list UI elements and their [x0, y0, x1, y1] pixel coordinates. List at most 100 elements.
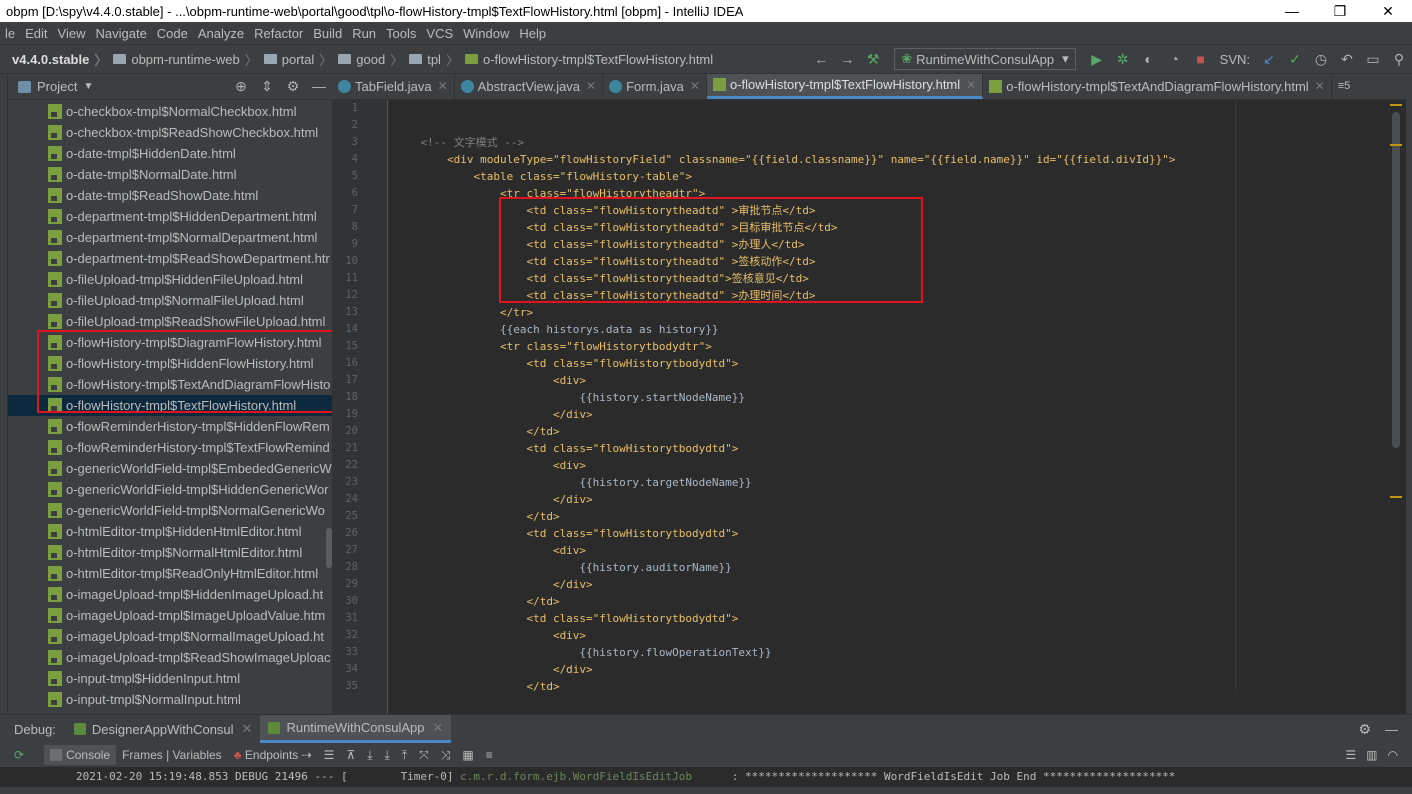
tree-item-file[interactable]: o-imageUpload-tmpl$ImageUploadValue.htm — [8, 605, 332, 626]
breadcrumb-file[interactable]: o-flowHistory-tmpl$TextFlowHistory.html — [459, 52, 713, 67]
close-icon[interactable]: ✕ — [438, 79, 448, 93]
run-configuration-select[interactable]: ❀ RuntimeWithConsulApp ▾ — [894, 48, 1076, 70]
breadcrumb-tpl[interactable]: tpl 〉 — [403, 50, 459, 69]
soft-wrap-icon[interactable]: ☰ — [1345, 748, 1356, 762]
stop-icon[interactable]: ■ — [1190, 48, 1212, 70]
tree-item-file[interactable]: o-imageUpload-tmpl$HiddenImageUpload.ht — [8, 584, 332, 605]
tree-item-file[interactable]: o-genericWorldField-tmpl$NormalGenericWo — [8, 500, 332, 521]
search-icon[interactable]: ⚲ — [1388, 48, 1410, 70]
drop-frame-icon[interactable]: ⤧ — [413, 748, 435, 763]
frames-variables-tab[interactable]: Frames | Variables — [116, 748, 228, 762]
chevron-down-icon[interactable]: ▼ — [83, 81, 93, 92]
close-icon[interactable]: ✕ — [1315, 79, 1325, 93]
console-tab[interactable]: Console — [44, 745, 117, 765]
tree-item-file[interactable]: o-date-tmpl$HiddenDate.html — [8, 143, 332, 164]
tree-item-file[interactable]: o-flowReminderHistory-tmpl$TextFlowRemin… — [8, 437, 332, 458]
tree-item-file[interactable]: o-genericWorldField-tmpl$HiddenGenericWo… — [8, 479, 332, 500]
debug-tab-designer[interactable]: DesignerAppWithConsul ✕ — [66, 715, 261, 743]
breadcrumb-good[interactable]: good 〉 — [332, 50, 403, 69]
tree-item-file[interactable]: o-htmlEditor-tmpl$HiddenHtmlEditor.html — [8, 521, 332, 542]
trace-icon[interactable]: ≡ — [480, 748, 499, 762]
tree-item-file[interactable]: o-date-tmpl$ReadShowDate.html — [8, 185, 332, 206]
tree-item-file[interactable]: o-input-tmpl$HiddenInput.html — [8, 668, 332, 689]
tree-item-file[interactable]: o-department-tmpl$ReadShowDepartment.htr — [8, 248, 332, 269]
warning-marker[interactable] — [1390, 104, 1402, 106]
editor-scrollbar[interactable] — [1392, 112, 1400, 448]
revert-icon[interactable]: ↶ — [1336, 48, 1358, 70]
menu-icon[interactable]: ☰ — [318, 748, 341, 762]
tree-item-file[interactable]: o-date-tmpl$NormalDate.html — [8, 164, 332, 185]
menu-refactor[interactable]: Refactor — [249, 26, 308, 41]
menu-edit[interactable]: Edit — [20, 26, 52, 41]
close-button[interactable]: ✕ — [1364, 0, 1412, 22]
hide-panel-icon[interactable]: — — [1385, 722, 1398, 737]
debug-bug-icon[interactable]: ✲ — [1112, 48, 1134, 70]
step-into-icon[interactable]: ⤓ — [379, 748, 396, 763]
menu-analyze[interactable]: Analyze — [193, 26, 249, 41]
gear-icon[interactable]: ⚙ — [280, 78, 306, 95]
tab-abstractview-java[interactable]: AbstractView.java ✕ — [455, 74, 604, 99]
menu-build[interactable]: Build — [308, 26, 347, 41]
gear-icon[interactable]: ⚙ — [1358, 721, 1371, 738]
build-hammer-icon[interactable]: ⚒ — [862, 48, 884, 70]
tree-item-file[interactable]: o-imageUpload-tmpl$ReadShowImageUploac — [8, 647, 332, 668]
run-to-cursor-icon[interactable]: ⤨ — [435, 748, 457, 763]
close-icon[interactable]: ✕ — [690, 79, 700, 93]
tree-item-file[interactable]: o-flowReminderHistory-tmpl$HiddenFlowRem — [8, 416, 332, 437]
close-icon[interactable]: ✕ — [586, 79, 596, 93]
coverage-icon[interactable]: ◐ — [1138, 48, 1160, 70]
tree-item-file[interactable]: o-department-tmpl$HiddenDepartment.html — [8, 206, 332, 227]
warning-marker[interactable] — [1390, 496, 1402, 498]
locate-target-icon[interactable]: ⊕ — [228, 78, 254, 95]
speedometer-icon[interactable]: ◠ — [1388, 748, 1398, 762]
tree-item-file[interactable]: o-checkbox-tmpl$ReadShowCheckbox.html — [8, 122, 332, 143]
back-arrow-icon[interactable]: ← — [810, 48, 832, 70]
tab-overflow-button[interactable]: ≡5 — [1332, 74, 1357, 99]
close-icon[interactable]: ✕ — [432, 720, 443, 736]
close-icon[interactable]: ✕ — [242, 721, 253, 737]
profile-icon[interactable]: ◔ — [1164, 48, 1186, 70]
svn-update-icon[interactable]: ↙ — [1258, 48, 1280, 70]
breadcrumb-portal[interactable]: portal 〉 — [258, 50, 332, 69]
menu-code[interactable]: Code — [152, 26, 193, 41]
menu-file[interactable]: le — [0, 26, 20, 41]
breadcrumb-module[interactable]: obpm-runtime-web 〉 — [107, 50, 258, 69]
minimize-button[interactable]: — — [1268, 0, 1316, 22]
rerun-icon[interactable]: ⟳ — [14, 748, 24, 762]
tree-item-file[interactable]: o-checkbox-tmpl$NormalCheckbox.html — [8, 101, 332, 122]
tree-item-file[interactable]: o-input-tmpl$NormalInput.html — [8, 689, 332, 710]
tab-textanddiagramflowhistory-html[interactable]: o-flowHistory-tmpl$TextAndDiagramFlowHis… — [983, 74, 1332, 99]
close-icon[interactable]: ✕ — [966, 78, 976, 92]
show-execution-point-icon[interactable]: ⊼ — [340, 748, 361, 762]
endpoints-tab[interactable]: ♣ Endpoints ⇢ — [228, 748, 318, 762]
history-clock-icon[interactable]: ◷ — [1310, 48, 1332, 70]
tree-item-file[interactable]: o-fileUpload-tmpl$NormalFileUpload.html — [8, 290, 332, 311]
step-out-icon[interactable]: ⤒ — [396, 748, 413, 763]
maximize-button[interactable]: ❐ — [1316, 0, 1364, 22]
tree-item-file[interactable]: o-htmlEditor-tmpl$NormalHtmlEditor.html — [8, 542, 332, 563]
step-over-icon[interactable]: ⤓ — [361, 748, 378, 763]
tree-item-file[interactable]: o-htmlEditor-tmpl$ReadOnlyHtmlEditor.htm… — [8, 563, 332, 584]
warning-marker[interactable] — [1390, 144, 1402, 146]
forward-arrow-icon[interactable]: → — [836, 48, 858, 70]
collapse-all-icon[interactable]: ⇕ — [254, 78, 280, 95]
menu-view[interactable]: View — [53, 26, 91, 41]
project-panel-title[interactable]: Project — [37, 79, 77, 94]
tab-tabfield-java[interactable]: TabField.java ✕ — [332, 74, 455, 99]
tree-item-file[interactable]: o-genericWorldField-tmpl$EmbededGenericW — [8, 458, 332, 479]
tree-item-file[interactable]: o-fileUpload-tmpl$ReadShowFileUpload.htm… — [8, 311, 332, 332]
menu-tools[interactable]: Tools — [381, 26, 421, 41]
debug-tab-runtime[interactable]: RuntimeWithConsulApp ✕ — [260, 715, 452, 743]
hide-panel-icon[interactable]: — — [306, 78, 332, 95]
menu-run[interactable]: Run — [347, 26, 381, 41]
layout-icon[interactable]: ▥ — [1366, 748, 1377, 762]
tree-item-file[interactable]: o-fileUpload-tmpl$HiddenFileUpload.html — [8, 269, 332, 290]
tree-item-file[interactable]: o-department-tmpl$NormalDepartment.html — [8, 227, 332, 248]
menu-window[interactable]: Window — [458, 26, 514, 41]
code-content[interactable]: <!-- 文字模式 --> <div moduleType="flowHisto… — [394, 100, 1394, 695]
menu-help[interactable]: Help — [514, 26, 551, 41]
tab-form-java[interactable]: Form.java ✕ — [603, 74, 707, 99]
run-icon[interactable]: ▶ — [1086, 48, 1108, 70]
tab-textflowhistory-html[interactable]: o-flowHistory-tmpl$TextFlowHistory.html ✕ — [706, 74, 984, 99]
menu-vcs[interactable]: VCS — [421, 26, 458, 41]
